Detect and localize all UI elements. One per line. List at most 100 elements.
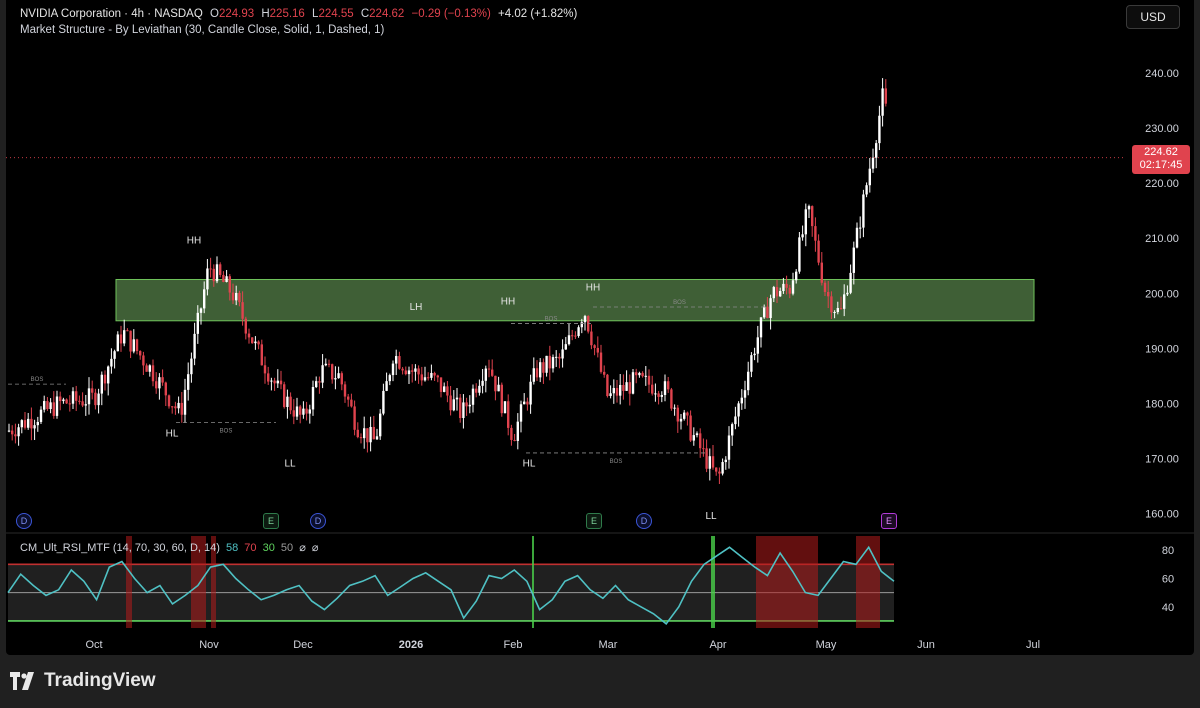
last-price-tag: 224.62 02:17:45 [1132,145,1190,174]
candle-body [379,413,382,437]
structure-label: LL [705,511,717,522]
candle-body [571,335,574,337]
candle-body [20,420,23,428]
candle-body [513,439,516,441]
symbol-title[interactable]: NVIDIA Corporation · 4h · NASDAQ [20,8,203,20]
candle-body [331,364,334,380]
candle-body [839,308,843,310]
rsi-axis-label: 40 [1162,602,1174,614]
structure-label: LL [284,459,296,470]
candle-body [817,240,820,263]
candle-body [356,429,359,438]
candle-body [39,409,43,422]
change-extended: +4.02 (+1.82%) [498,8,578,20]
candle-body [283,384,286,407]
candle-body [593,345,596,348]
dividend-marker-icon[interactable]: D [636,513,652,529]
candle-body [788,287,791,294]
candle-body [235,292,238,301]
currency-button[interactable]: USD [1126,5,1180,29]
bos-label: BOS [610,459,623,465]
earnings-marker-icon[interactable]: E [881,513,897,529]
candle-body [859,227,862,229]
structure-label: HL [166,428,179,439]
candle-body [123,330,126,344]
candle-body [507,401,510,428]
rsi-axis-label: 60 [1162,573,1174,585]
candle-body [71,391,75,404]
low-value: 224.55 [318,8,354,20]
candle-body [161,377,164,383]
candle-body [539,362,542,378]
dividend-marker-icon[interactable]: D [310,513,326,529]
rsi-title: CM_Ult_RSI_MTF (14, 70, 30, 60, D, 14) [20,542,220,554]
candle-body [366,428,369,443]
candle-body [199,308,203,313]
candle-body [359,437,363,439]
candle-body [481,380,484,386]
candle-body [532,368,535,382]
candle-body [23,420,27,428]
structure-label: HH [187,236,201,247]
candle-body [577,327,580,336]
candle-body [775,287,779,297]
rsi-overbought-strip [756,536,818,628]
candle-body [228,276,231,293]
candle-body [561,349,564,359]
structure-label: LH [410,302,423,313]
tradingview-footer[interactable]: TradingView [10,670,156,692]
candle-body [465,402,468,407]
chart-area[interactable]: BOS BOS BOS BOS BOS HH LH HH HH HL LL HL LL 240.00 230… [6,0,1194,655]
candle-body [372,426,375,440]
candle-body [452,399,455,411]
candle-body [846,292,849,295]
candle-body [718,471,721,474]
candle-body [119,334,123,344]
candle-body [750,355,753,372]
candle-body [46,401,49,410]
candle-body [609,393,612,397]
candle-body [257,341,260,345]
candle-body [791,280,795,294]
structure-zone [115,278,1035,322]
candle-body [702,448,705,450]
candle-body [635,372,638,376]
price-chart[interactable]: BOS BOS BOS BOS BOS HH LH HH HH HL LL HL LL 240.00 230… [6,0,1194,655]
candle-body [391,363,395,376]
candle-body [625,382,628,391]
candle-body [551,357,555,369]
candle-body [231,292,235,301]
earnings-marker-icon[interactable]: E [263,513,279,529]
rsi-mid-band: 50 [280,542,294,554]
candle-body [759,317,763,338]
candle-body [871,157,875,169]
candle-body [731,424,734,436]
candle-body [756,337,759,354]
candle-body [353,406,356,430]
dividend-marker-icon[interactable]: D [16,513,32,529]
candle-body [670,389,673,409]
time-axis-label: Feb [504,639,523,651]
candle-body [727,435,731,460]
candle-body [753,353,756,356]
candle-body [91,388,94,393]
candle-body [468,404,471,407]
rsi-legend[interactable]: CM_Ult_RSI_MTF (14, 70, 30, 60, D, 14) 5… [20,541,322,554]
candle-body [612,388,615,394]
candle-body [337,373,340,379]
candle-body [164,382,167,396]
candle-body [795,271,798,281]
candle-body [599,352,603,372]
indicator-legend[interactable]: Market Structure - By Leviathan (30, Can… [20,24,384,36]
candle-body [878,115,881,144]
candle-body [327,363,331,365]
candle-body [81,401,84,406]
candle-body [318,381,321,383]
brand-name: TradingView [44,670,156,691]
candle-body [62,399,65,402]
structure-label: HH [501,296,515,307]
candle-body [286,396,289,407]
candle-body [196,312,199,334]
earnings-marker-icon[interactable]: E [586,513,602,529]
candle-body [663,381,667,395]
